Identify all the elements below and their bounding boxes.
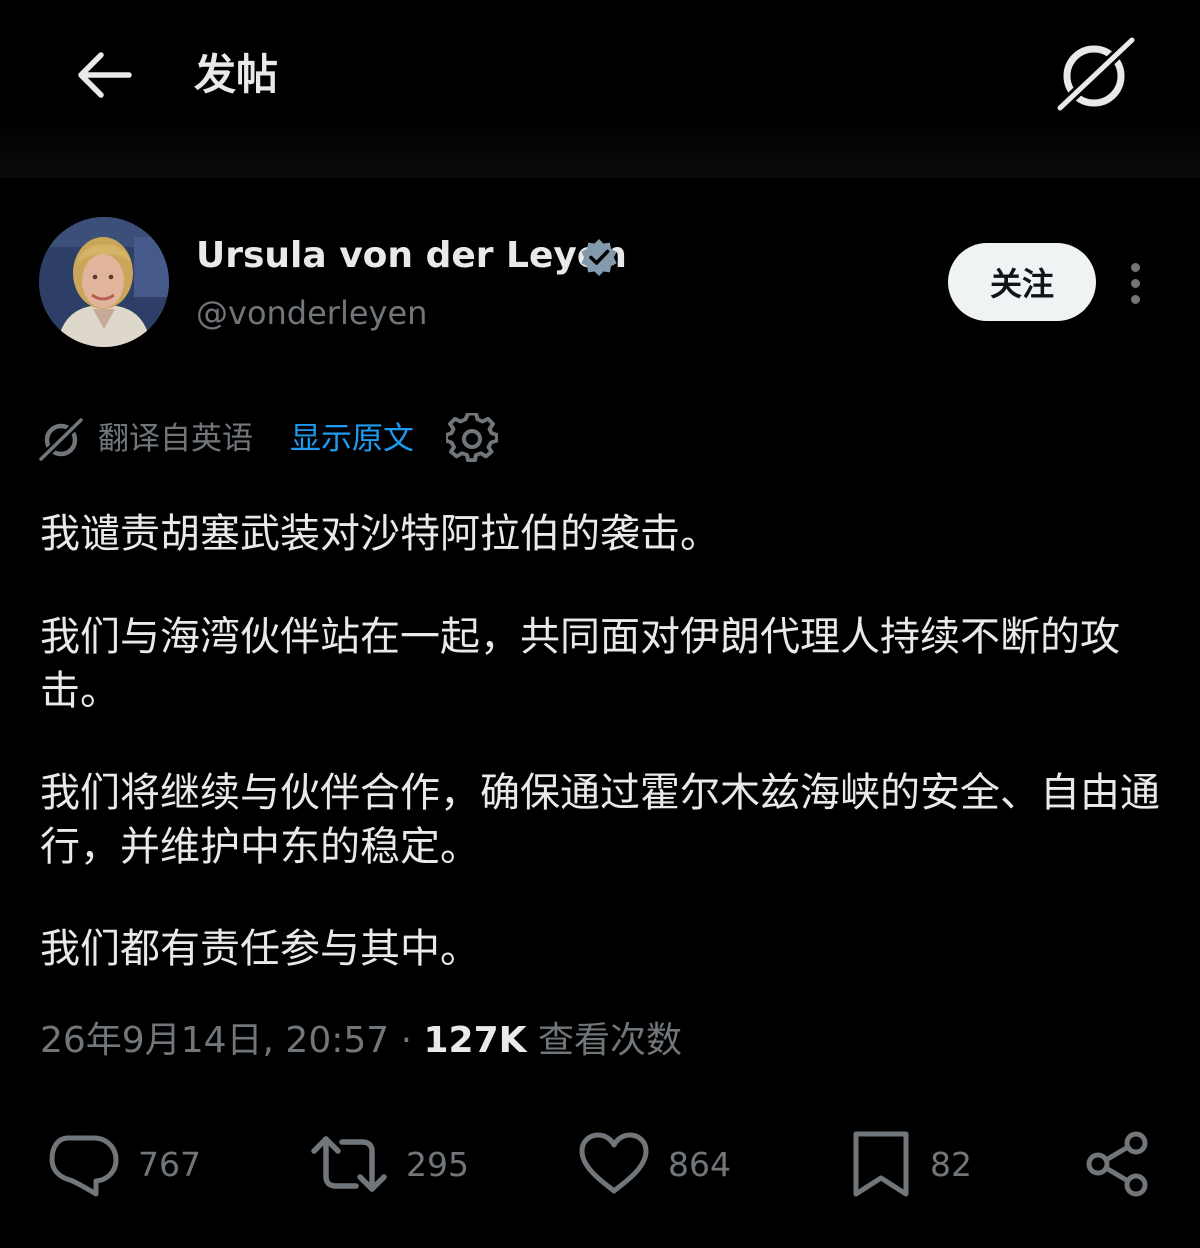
reply-count: 767 <box>138 1144 201 1184</box>
views-label: 查看次数 <box>538 1020 683 1061</box>
view-count: 127K <box>423 1020 527 1061</box>
show-original-link[interactable]: 显示原文 <box>290 417 414 461</box>
post-paragraph: 我们都有责任参与其中。 <box>40 926 480 972</box>
post-timestamp[interactable]: 26年9月14日, 20:57 <box>40 1020 389 1061</box>
more-options-button[interactable] <box>1116 258 1154 308</box>
more-dot <box>1130 278 1140 288</box>
translated-from-label: 翻译自英语 <box>98 421 253 457</box>
grok-icon <box>1056 36 1136 112</box>
more-dot <box>1130 262 1140 272</box>
avatar[interactable] <box>39 217 169 347</box>
profile-photo <box>39 217 169 347</box>
like-button[interactable]: 864 <box>578 1124 731 1204</box>
heart-icon <box>579 1132 649 1194</box>
post-paragraph: 我们将继续与伙伴合作，确保通过霍尔木兹海峡的安全、自由通行，并维护中东的稳定。 <box>40 770 1160 870</box>
share-button[interactable] <box>1084 1124 1152 1204</box>
grok-translate-icon <box>38 416 84 462</box>
page-title: 发帖 <box>194 50 279 99</box>
like-count: 864 <box>668 1144 731 1184</box>
reply-button[interactable]: 767 <box>48 1124 201 1204</box>
author-handle[interactable]: @vonderleyen <box>196 292 427 334</box>
grok-button[interactable] <box>1054 34 1138 114</box>
post-paragraph: 我谴责胡塞武装对沙特阿拉伯的袭击。 <box>40 511 720 557</box>
more-dot <box>1130 294 1140 304</box>
back-button[interactable] <box>70 44 136 106</box>
repost-button[interactable]: 295 <box>310 1124 469 1204</box>
reply-icon <box>49 1135 119 1197</box>
author-name[interactable]: Ursula von der Leyen <box>196 232 627 280</box>
translation-settings-button[interactable] <box>444 411 499 465</box>
arrow-left-icon <box>78 52 132 98</box>
bookmark-icon <box>853 1131 909 1197</box>
post-meta: 26年9月14日, 20:57 · 127K 查看次数 <box>40 1016 682 1066</box>
meta-separator: · <box>389 1020 424 1061</box>
verified-badge-icon <box>580 238 618 276</box>
post-paragraph: 我们与海湾伙伴站在一起，共同面对伊朗代理人持续不断的攻击。 <box>40 614 1120 714</box>
share-icon <box>1086 1131 1148 1197</box>
gear-icon <box>444 411 499 463</box>
follow-button[interactable]: 关注 <box>948 243 1096 321</box>
repost-icon <box>311 1136 387 1192</box>
header-divider <box>0 120 1200 178</box>
bookmark-button[interactable]: 82 <box>850 1124 972 1204</box>
repost-count: 295 <box>406 1144 469 1184</box>
bookmark-count: 82 <box>930 1144 972 1184</box>
